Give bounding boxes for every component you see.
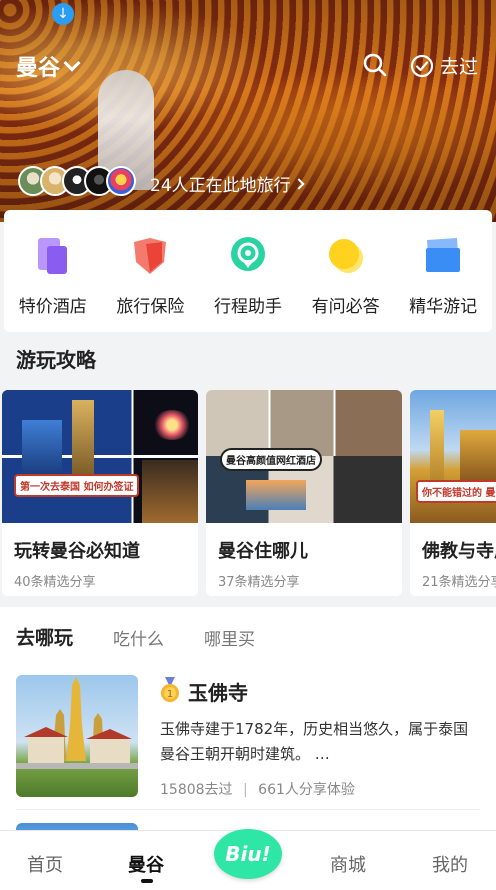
quick-item-label: 旅行保险 [116, 297, 185, 317]
quick-item-insurance[interactable]: 旅行保险 [104, 236, 196, 332]
guide-card-count: 37条精选分享 [218, 575, 300, 590]
poi-image [16, 675, 138, 797]
gold-medal-icon: 1 [161, 677, 179, 702]
divider [16, 809, 480, 810]
visited-label: 去过 [440, 56, 479, 78]
guide-card[interactable]: 第一次去泰国 如何办签证 玩转曼谷必知道 40条精选分享 [2, 390, 198, 596]
biu-label: Biu! [225, 842, 271, 866]
avatar [106, 166, 136, 196]
download-icon[interactable]: ↓ [52, 3, 74, 25]
visited-button[interactable]: 去过 [410, 52, 478, 79]
quick-item-label: 精华游记 [409, 297, 478, 317]
quick-item-travel-notes[interactable]: 精华游记 [397, 236, 489, 332]
quick-item-label: 有问必答 [311, 297, 380, 317]
guide-card-image: 你不能错过的 曼谷必游 [410, 390, 496, 523]
guide-card-title: 佛教与寺庙 [422, 541, 496, 562]
guide-card-count: 40条精选分享 [14, 575, 96, 590]
travelers-now-link[interactable]: 24人正在此地旅行 [150, 171, 305, 196]
poi-shared-count: 661人分享体验 [258, 782, 355, 798]
poi-meta: 15808去过 | 661人分享体验 [160, 782, 355, 798]
guide-card-title: 曼谷住哪儿 [218, 541, 308, 562]
city-selector[interactable]: 曼谷 [16, 50, 81, 82]
quick-item-qa[interactable]: 有问必答 [300, 236, 392, 332]
quick-item-label: 特价酒店 [18, 297, 87, 317]
nav-city[interactable]: 曼谷 [128, 851, 164, 877]
chevron-right-icon [292, 177, 305, 190]
search-icon[interactable] [362, 52, 388, 78]
nav-mall[interactable]: 商城 [330, 851, 366, 877]
city-name: 曼谷 [16, 56, 61, 81]
poi-visited-count: 15808去过 [160, 782, 233, 798]
poi-card[interactable]: 1 玉佛寺 玉佛寺建于1782年，历史相当悠久，属于泰国曼谷王朝开朝时建筑。 …… [16, 675, 480, 800]
nav-mine[interactable]: 我的 [432, 851, 468, 877]
poi-description: 玉佛寺建于1782年，历史相当悠久，属于泰国曼谷王朝开朝时建筑。 … [160, 720, 469, 763]
quick-item-hotel[interactable]: 特价酒店 [7, 236, 99, 332]
tab-where-to-shop[interactable]: 哪里买 [204, 625, 255, 650]
itinerary-pin-icon [230, 237, 265, 271]
qa-bubble-icon [328, 239, 363, 273]
guide-card-sticker: 曼谷高颜值网红酒店 [220, 448, 322, 471]
chevron-down-icon [63, 54, 81, 72]
quick-item-itinerary[interactable]: 行程助手 [202, 236, 294, 332]
nav-home[interactable]: 首页 [27, 851, 63, 877]
guide-card-count: 21条精选分享 [422, 575, 496, 590]
quick-item-label: 行程助手 [213, 297, 282, 317]
guide-card-title: 玩转曼谷必知道 [14, 541, 140, 562]
guide-card-sticker: 你不能错过的 曼谷必游 [416, 480, 496, 503]
traveler-avatars[interactable] [18, 166, 136, 196]
guides-section-title: 游玩攻略 [16, 348, 96, 372]
hotel-icon [37, 238, 67, 274]
bottom-nav: 首页 曼谷 Biu! 商城 我的 [0, 829, 496, 890]
guide-card[interactable]: 曼谷高颜值网红酒店 曼谷住哪儿 37条精选分享 [206, 390, 402, 596]
temple-illustration [16, 677, 138, 769]
quick-menu: 特价酒店 旅行保险 行程助手 有问必答 精华游记 [4, 210, 492, 332]
svg-text:1: 1 [167, 689, 173, 700]
guides-carousel[interactable]: 第一次去泰国 如何办签证 玩转曼谷必知道 40条精选分享 曼谷高颜值网红酒店 曼… [0, 390, 496, 596]
guide-card-sticker: 第一次去泰国 如何办签证 [14, 474, 140, 497]
guide-card[interactable]: 你不能错过的 曼谷必游 佛教与寺庙 21条精选分享 [410, 390, 496, 596]
category-tabs: 去哪玩 吃什么 哪里买 [16, 623, 255, 652]
guide-card-image: 第一次去泰国 如何办签证 [2, 390, 198, 523]
travelers-now-text: 24人正在此地旅行 [150, 176, 291, 196]
tab-where-to-go[interactable]: 去哪玩 [16, 623, 74, 652]
discover-section: 去哪玩 吃什么 哪里买 1 玉佛寺 玉佛寺建于1782年，历史相当悠久，属于泰国… [0, 607, 496, 863]
check-circle-icon [410, 54, 434, 77]
travel-notes-icon [426, 238, 461, 272]
active-indicator [141, 879, 153, 883]
poi-name: 玉佛寺 [188, 681, 248, 705]
biu-button[interactable]: Biu! [214, 829, 282, 879]
insurance-shield-icon [134, 238, 167, 274]
tab-what-to-eat[interactable]: 吃什么 [113, 625, 164, 650]
guide-card-image: 曼谷高颜值网红酒店 [206, 390, 402, 523]
